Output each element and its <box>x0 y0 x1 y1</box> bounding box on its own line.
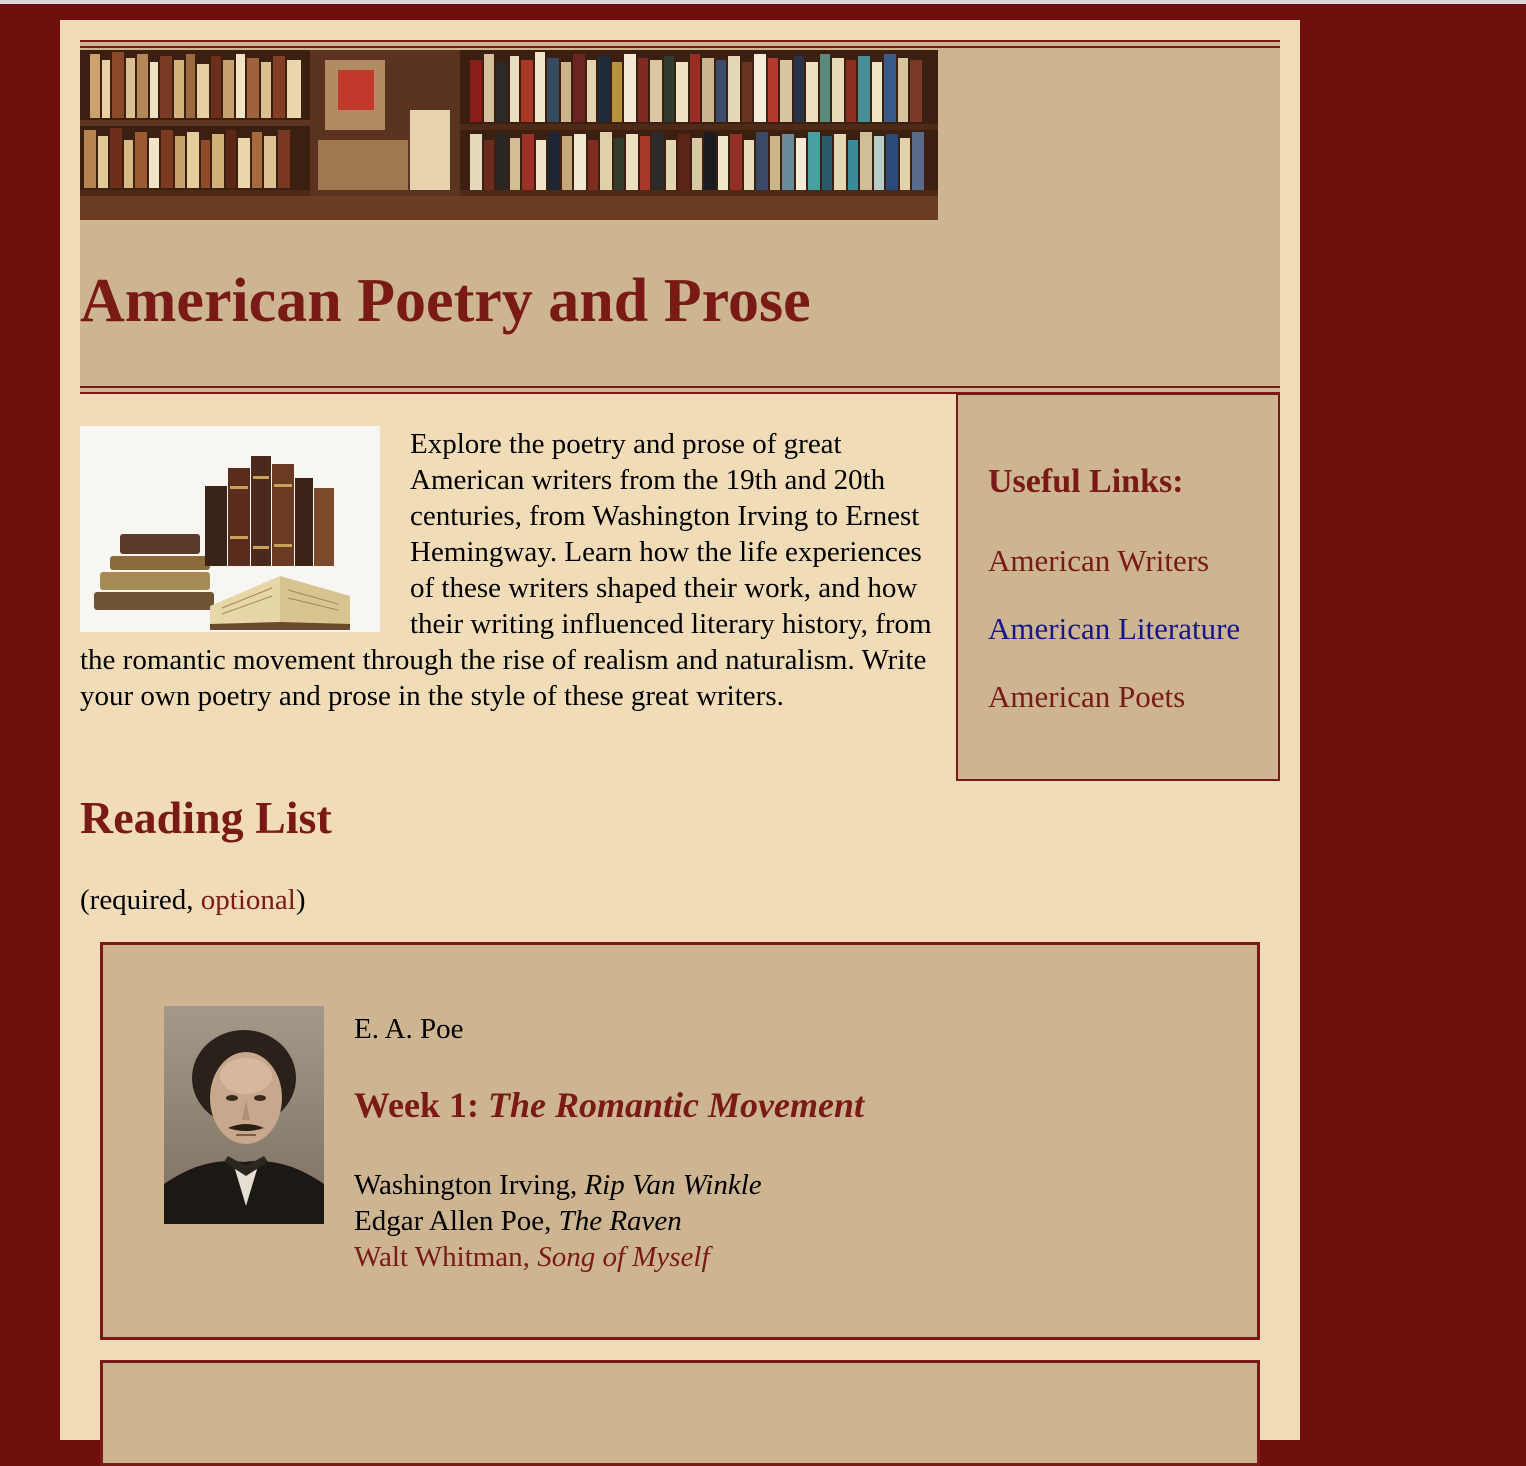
week-1-heading: Week 1: The Romantic Movement <box>354 1087 864 1123</box>
item-work: Song of Myself <box>537 1241 710 1273</box>
week-theme: The Romantic Movement <box>487 1085 864 1125</box>
item-author: Edgar Allen Poe, <box>354 1205 559 1237</box>
page-title: American Poetry and Prose <box>80 267 811 335</box>
useful-links-heading: Useful Links: <box>988 463 1184 500</box>
list-item: Edgar Allen Poe, The Raven <box>354 1203 762 1239</box>
list-item: Washington Irving, Rip Van Winkle <box>354 1167 762 1203</box>
portrait-caption: E. A. Poe <box>354 1013 464 1045</box>
page-container: American Poetry and Prose Explore the po… <box>60 20 1300 1466</box>
poe-portrait-image <box>164 1006 324 1224</box>
portrait-illustration <box>164 1006 324 1224</box>
legend-optional: optional <box>200 884 296 916</box>
item-work: The Raven <box>558 1205 682 1237</box>
bookshelf-banner-image <box>80 50 938 220</box>
list-item-optional: Walt Whitman, Song of Myself <box>354 1239 762 1275</box>
link-american-literature[interactable]: American Literature <box>988 613 1240 644</box>
useful-links-panel: Useful Links: American Writers American … <box>956 393 1280 781</box>
week-1-card: E. A. Poe Week 1: The Romantic Movement … <box>100 942 1260 1340</box>
bookshelf-illustration <box>80 50 938 220</box>
image-float-spacer <box>80 426 410 642</box>
legend-required: (required, <box>80 884 201 916</box>
item-work: Rip Van Winkle <box>584 1169 762 1201</box>
reading-list-legend: (required, optional) <box>80 886 306 915</box>
week-label: Week 1: <box>354 1085 488 1125</box>
item-author: Walt Whitman, <box>354 1241 538 1273</box>
legend-close: ) <box>295 884 306 916</box>
link-american-poets[interactable]: American Poets <box>988 681 1185 712</box>
reading-list-heading: Reading List <box>80 792 332 843</box>
header-rule-top <box>80 46 1280 48</box>
intro-paragraph: Explore the poetry and prose of great Am… <box>80 426 940 714</box>
item-author: Washington Irving, <box>354 1169 585 1201</box>
week-2-card <box>100 1360 1260 1466</box>
week-1-reading-items: Washington Irving, Rip Van Winkle Edgar … <box>354 1167 762 1275</box>
header-rule-bottom <box>80 386 1280 388</box>
browser-top-border <box>0 0 1526 4</box>
link-american-writers[interactable]: American Writers <box>988 545 1209 576</box>
site-header: American Poetry and Prose <box>80 40 1280 394</box>
